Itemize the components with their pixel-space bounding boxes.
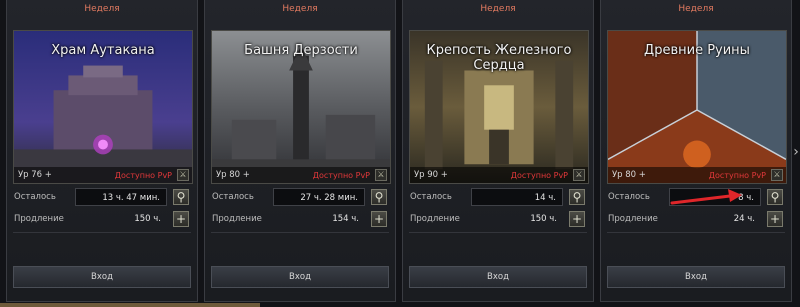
plus-icon[interactable]: + — [767, 211, 783, 227]
level-requirement: Ур 90 + — [414, 170, 448, 180]
card-period: Неделя — [480, 4, 516, 14]
extension-value: 154 ч. — [332, 214, 359, 224]
extension-value: 150 ч. — [134, 214, 161, 224]
level-requirement: Ур 76 + — [18, 170, 52, 180]
remaining-row: Осталось 8 ч. ⚲ — [607, 188, 785, 208]
remaining-value: 14 ч. — [471, 188, 563, 206]
extension-label: Продление — [212, 214, 262, 224]
magnifier-icon[interactable]: ⚲ — [767, 189, 783, 205]
pvp-icon[interactable]: ⚔ — [375, 169, 387, 181]
remaining-row: Осталось 14 ч. ⚲ — [409, 188, 587, 208]
extension-row: Продление 154 ч. + — [211, 210, 389, 230]
dungeon-image[interactable]: Храм Аутакана Ур 76 + Доступно PvP ⚔ — [13, 30, 193, 184]
extension-label: Продление — [14, 214, 64, 224]
enter-button[interactable]: Вход — [607, 266, 785, 288]
dungeon-card-list: Неделя Храм Аутакана Ур 76 + Доступно Pv… — [0, 0, 800, 307]
pvp-icon[interactable]: ⚔ — [771, 169, 783, 181]
magnifier-icon[interactable]: ⚲ — [569, 189, 585, 205]
enter-button[interactable]: Вход — [13, 266, 191, 288]
magnifier-icon[interactable]: ⚲ — [371, 189, 387, 205]
dungeon-title: Древние Руины — [644, 43, 750, 58]
dungeon-card: Неделя Башня Дерзости Ур 80 + Доступно P… — [204, 0, 396, 302]
remaining-label: Осталось — [608, 192, 650, 202]
plus-icon[interactable]: + — [569, 211, 585, 227]
divider — [409, 232, 587, 233]
pvp-status: Доступно PvP — [510, 171, 568, 180]
enter-button[interactable]: Вход — [211, 266, 389, 288]
divider — [607, 232, 785, 233]
dungeon-card: Неделя Крепость Железного Сердца Ур 90 +… — [402, 0, 594, 302]
extension-value: 24 ч. — [733, 214, 755, 224]
magnifier-icon[interactable]: ⚲ — [173, 189, 189, 205]
extension-label: Продление — [410, 214, 460, 224]
card-period: Неделя — [282, 4, 318, 14]
dungeon-title: Башня Дерзости — [244, 43, 358, 58]
extension-value: 150 ч. — [530, 214, 557, 224]
pvp-status: Доступно PvP — [708, 171, 766, 180]
image-footer: Ур 90 + Доступно PvP ⚔ — [410, 167, 588, 183]
remaining-label: Осталось — [410, 192, 452, 202]
dungeon-title: Храм Аутакана — [51, 43, 155, 58]
level-requirement: Ур 80 + — [612, 170, 646, 180]
remaining-row: Осталось 27 ч. 28 мин. ⚲ — [211, 188, 389, 208]
image-footer: Ур 80 + Доступно PvP ⚔ — [212, 167, 390, 183]
remaining-label: Осталось — [14, 192, 56, 202]
extension-row: Продление 150 ч. + — [13, 210, 191, 230]
dungeon-image[interactable]: Крепость Железного Сердца Ур 90 + Доступ… — [409, 30, 589, 184]
extension-label: Продление — [608, 214, 658, 224]
pvp-icon[interactable]: ⚔ — [573, 169, 585, 181]
bottom-progress-strip — [0, 303, 260, 307]
extension-row: Продление 150 ч. + — [409, 210, 587, 230]
dungeon-card: Неделя Храм Аутакана Ур 76 + Доступно Pv… — [6, 0, 198, 302]
dungeon-title: Крепость Железного Сердца — [426, 43, 572, 73]
remaining-value: 27 ч. 28 мин. — [273, 188, 365, 206]
pvp-status: Доступно PvP — [114, 171, 172, 180]
remaining-value: 13 ч. 47 мин. — [75, 188, 167, 206]
remaining-label: Осталось — [212, 192, 254, 202]
plus-icon[interactable]: + — [371, 211, 387, 227]
enter-button[interactable]: Вход — [409, 266, 587, 288]
dungeon-image[interactable]: Древние Руины Ур 80 + Доступно PvP ⚔ — [607, 30, 787, 184]
remaining-row: Осталось 13 ч. 47 мин. ⚲ — [13, 188, 191, 208]
extension-row: Продление 24 ч. + — [607, 210, 785, 230]
dungeon-image[interactable]: Башня Дерзости Ур 80 + Доступно PvP ⚔ — [211, 30, 391, 184]
divider — [211, 232, 389, 233]
pvp-icon[interactable]: ⚔ — [177, 169, 189, 181]
card-period: Неделя — [678, 4, 714, 14]
dungeon-card: Неделя Древние Руины Ур 80 + Доступно Pv… — [600, 0, 792, 302]
level-requirement: Ур 80 + — [216, 170, 250, 180]
divider — [13, 232, 191, 233]
remaining-value: 8 ч. — [669, 188, 761, 206]
plus-icon[interactable]: + — [173, 211, 189, 227]
image-footer: Ур 80 + Доступно PvP ⚔ — [608, 167, 786, 183]
image-footer: Ур 76 + Доступно PvP ⚔ — [14, 167, 192, 183]
chevron-right-icon[interactable]: › — [792, 142, 800, 162]
card-period: Неделя — [84, 4, 120, 14]
pvp-status: Доступно PvP — [312, 171, 370, 180]
